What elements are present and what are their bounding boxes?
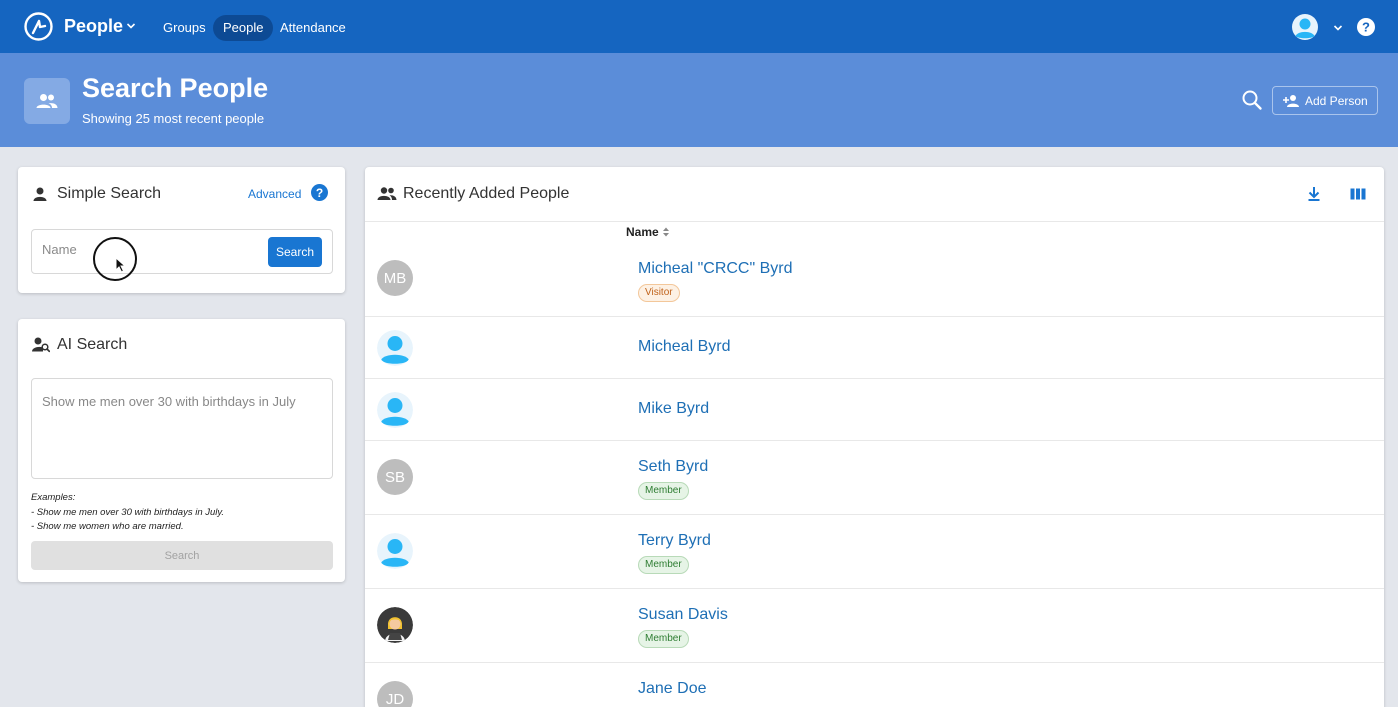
person-name-link[interactable]: Susan Davis	[638, 606, 728, 624]
sort-icon[interactable]	[662, 226, 670, 238]
person-add-icon	[1283, 94, 1299, 107]
people-icon	[36, 94, 58, 108]
name-input[interactable]	[42, 242, 242, 257]
person-row[interactable]: Terry Byrd Member	[365, 515, 1384, 589]
person-row[interactable]: JD Jane Doe	[365, 663, 1384, 707]
nav-people[interactable]: People	[213, 15, 274, 41]
page-header-banner: Search People Showing 25 most recent peo…	[0, 53, 1398, 147]
people-icon	[377, 187, 397, 200]
person-icon	[33, 187, 47, 201]
add-person-label: Add Person	[1305, 93, 1368, 108]
chevron-down-icon[interactable]	[1333, 23, 1343, 33]
app-title[interactable]: People	[64, 16, 123, 37]
examples-heading: Examples:	[31, 492, 76, 503]
columns-icon[interactable]	[1349, 185, 1367, 203]
person-name-link[interactable]: Mike Byrd	[638, 400, 709, 418]
name-column-header[interactable]: Name	[626, 225, 670, 239]
default-avatar-icon	[377, 533, 413, 569]
help-icon[interactable]: ?	[311, 184, 328, 201]
advanced-search-link[interactable]: Advanced	[248, 187, 301, 201]
avatar: JD	[377, 681, 413, 707]
person-search-icon	[32, 337, 50, 353]
add-person-button[interactable]: Add Person	[1272, 86, 1378, 115]
simple-search-button[interactable]: Search	[268, 237, 322, 267]
status-badge: Member	[638, 630, 689, 648]
download-icon[interactable]	[1305, 185, 1323, 203]
person-photo-avatar	[377, 607, 413, 643]
logo-icon[interactable]	[24, 12, 53, 41]
person-name-link[interactable]: Micheal "CRCC" Byrd	[638, 260, 793, 278]
ai-search-card: AI Search Show me men over 30 with birth…	[18, 319, 345, 582]
svg-text:?: ?	[1362, 20, 1370, 35]
person-name-link[interactable]: Terry Byrd	[638, 532, 711, 550]
avatar: MB	[377, 260, 413, 296]
help-icon[interactable]: ?	[1357, 18, 1375, 36]
default-avatar-icon	[377, 392, 413, 428]
example-item: - Show me women who are married.	[31, 521, 184, 532]
person-row[interactable]: Micheal Byrd	[365, 317, 1384, 379]
list-title: Recently Added People	[403, 185, 570, 202]
default-avatar-icon	[377, 330, 413, 366]
page-title: Search People	[82, 73, 269, 103]
ai-search-button[interactable]: Search	[31, 541, 333, 570]
recently-added-card: Recently Added People Name MB Micheal "C…	[365, 167, 1384, 707]
search-icon[interactable]	[1241, 89, 1263, 111]
person-name-link[interactable]: Micheal Byrd	[638, 338, 730, 356]
person-row[interactable]: MB Micheal "CRCC" Byrd Visitor	[365, 239, 1384, 317]
simple-search-card: Simple Search Advanced ? Search	[18, 167, 345, 293]
svg-text:?: ?	[316, 186, 323, 200]
simple-search-title: Simple Search	[57, 185, 162, 202]
top-navbar: People Groups People Attendance ?	[0, 0, 1398, 53]
nav-groups[interactable]: Groups	[155, 15, 214, 41]
example-item: - Show me men over 30 with birthdays in …	[31, 506, 225, 518]
person-row[interactable]: Mike Byrd	[365, 379, 1384, 441]
person-row[interactable]: Susan Davis Member	[365, 589, 1384, 663]
name-search-field[interactable]: Search	[31, 229, 333, 274]
ai-search-title: AI Search	[57, 336, 128, 353]
ai-examples: Examples: - Show me men over 30 with bir…	[31, 491, 224, 535]
page-subtitle: Showing 25 most recent people	[82, 111, 265, 126]
chevron-down-icon[interactable]	[126, 21, 136, 31]
avatar: SB	[377, 459, 413, 495]
people-icon-box	[24, 78, 70, 124]
nav-attendance[interactable]: Attendance	[272, 15, 354, 41]
mouse-pointer-icon	[115, 257, 126, 273]
person-row[interactable]: SB Seth Byrd Member	[365, 441, 1384, 515]
person-name-link[interactable]: Seth Byrd	[638, 458, 708, 476]
status-badge: Visitor	[638, 284, 680, 302]
person-name-link[interactable]: Jane Doe	[638, 680, 707, 698]
name-column-label: Name	[626, 225, 659, 239]
ai-query-textarea[interactable]: Show me men over 30 with birthdays in Ju…	[31, 378, 333, 479]
user-avatar-icon[interactable]	[1292, 14, 1318, 40]
list-header: Recently Added People	[365, 167, 1384, 222]
status-badge: Member	[638, 482, 689, 500]
status-badge: Member	[638, 556, 689, 574]
